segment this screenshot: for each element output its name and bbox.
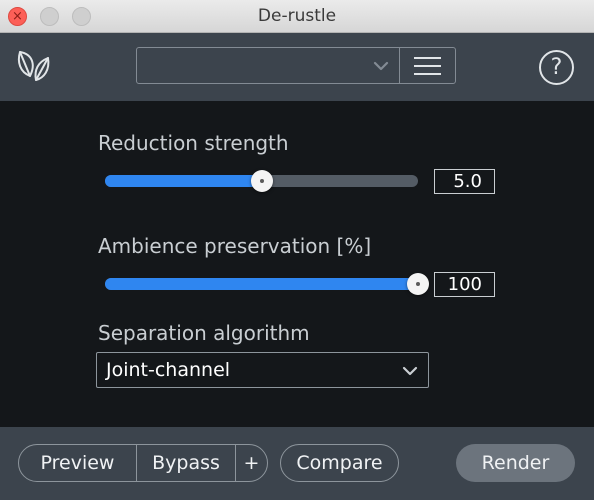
plugin-footer: Preview Bypass + Compare Render: [0, 427, 594, 500]
hamburger-menu-icon: [414, 65, 441, 67]
hamburger-menu-icon: [414, 57, 441, 59]
preview-button[interactable]: Preview: [18, 444, 137, 482]
reduction-strength-label: Reduction strength: [98, 131, 289, 155]
window-title: De-rustle: [257, 6, 337, 26]
ambience-preservation-slider[interactable]: [105, 273, 429, 295]
separation-algorithm-label: Separation algorithm: [98, 321, 310, 345]
help-icon: ?: [550, 55, 563, 80]
leaf-icon: [17, 51, 50, 81]
title-bar: × De-rustle: [0, 0, 594, 33]
compare-button[interactable]: Compare: [280, 444, 399, 482]
bypass-button[interactable]: Bypass: [136, 444, 236, 482]
slider-thumb[interactable]: [250, 170, 273, 192]
hamburger-menu-icon: [414, 73, 441, 75]
separation-algorithm-select[interactable]: Joint-channel: [96, 352, 429, 388]
add-bypass-button[interactable]: +: [235, 444, 268, 482]
chevron-down-icon: [402, 366, 418, 376]
preset-select[interactable]: [136, 47, 400, 84]
separation-algorithm-value: Joint-channel: [106, 359, 231, 381]
menu-button[interactable]: [399, 47, 456, 84]
slider-thumb[interactable]: [407, 273, 429, 295]
main-panel: Reduction strength 5.0 Ambience preserva…: [0, 101, 594, 427]
help-button[interactable]: ?: [539, 50, 574, 85]
reduction-strength-slider[interactable]: [105, 170, 418, 192]
render-button[interactable]: Render: [456, 444, 575, 482]
ambience-preservation-value[interactable]: 100: [434, 272, 495, 297]
chevron-down-icon: [373, 61, 389, 71]
ambience-preservation-label: Ambience preservation [%]: [98, 234, 372, 258]
reduction-strength-value[interactable]: 5.0: [434, 169, 495, 194]
slider-fill: [105, 175, 262, 187]
slider-fill: [105, 278, 418, 290]
plugin-header: ?: [0, 33, 594, 101]
